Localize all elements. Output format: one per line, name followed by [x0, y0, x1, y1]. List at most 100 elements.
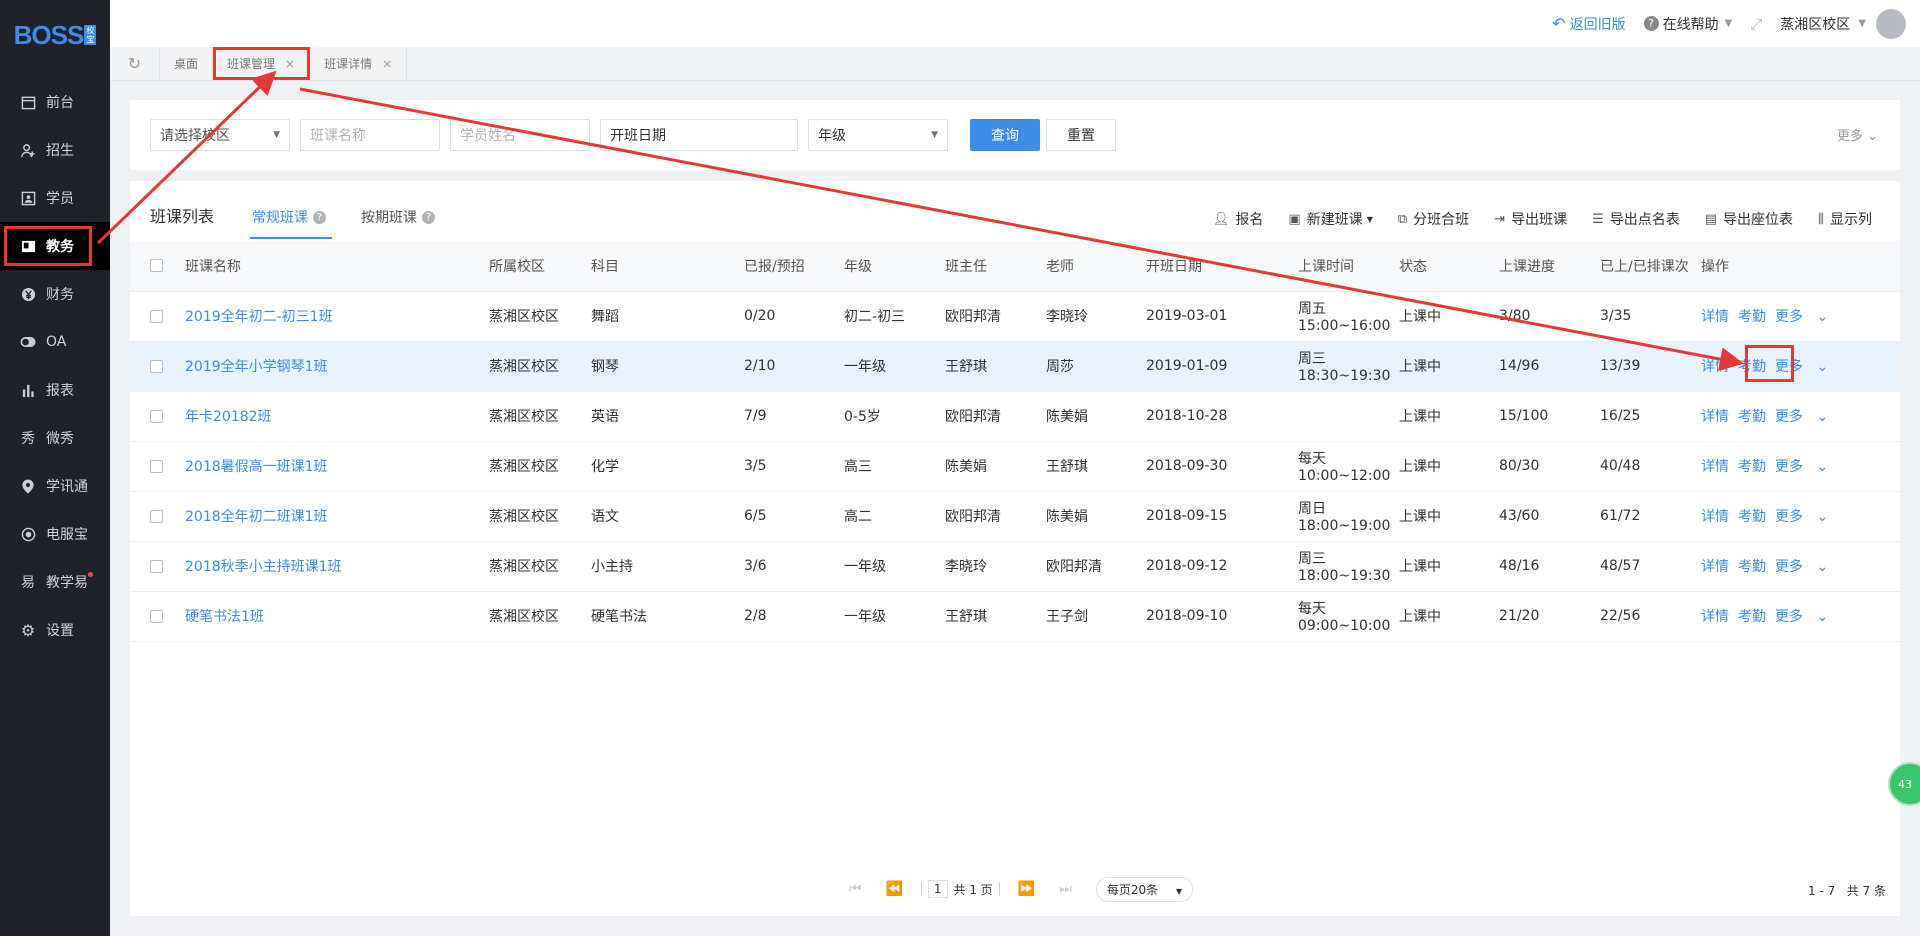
- sidebar-item-settings[interactable]: ⚙ 设置: [0, 606, 110, 654]
- checkbox[interactable]: [150, 609, 163, 623]
- row-checkbox-cell[interactable]: [130, 541, 185, 592]
- sidebar-item-finance[interactable]: 财务: [0, 270, 110, 318]
- checkbox[interactable]: [150, 459, 163, 473]
- sidebar-item-reports[interactable]: 报表: [0, 366, 110, 414]
- show-columns-button[interactable]: ⫼ 显示列: [1818, 209, 1872, 229]
- detail-link[interactable]: 详情: [1701, 459, 1729, 475]
- table-row[interactable]: 硬笔书法1班 蒸湘区校区 硬笔书法 2/8 一年级 王舒琪 王子剑 2018-09-10 每天0…: [130, 591, 1900, 642]
- page-size-select[interactable]: 每页20条 ▼: [1095, 876, 1194, 902]
- sidebar-item-jiaoxueyi[interactable]: 易教学易: [0, 558, 110, 606]
- table-row[interactable]: 2018秋季小主持班课1班 蒸湘区校区 小主持 3/6 一年级 李晓玲 欧阳邦清 2018-0…: [130, 541, 1900, 592]
- enroll-button[interactable]: 👤︎ 报名: [1213, 209, 1264, 229]
- sidebar-item-weixiu[interactable]: 秀微秀: [0, 414, 110, 462]
- more-dropdown[interactable]: 更多 ⌄: [1775, 309, 1837, 325]
- first-page-icon[interactable]: ⏮: [849, 881, 862, 897]
- checkbox[interactable]: [150, 409, 163, 423]
- row-checkbox-cell[interactable]: [130, 341, 185, 392]
- checkbox[interactable]: [150, 309, 163, 323]
- next-page-icon[interactable]: ⏩: [1018, 881, 1035, 897]
- class-name-link[interactable]: 年卡20182班: [185, 391, 489, 442]
- more-dropdown[interactable]: 更多 ⌄: [1775, 609, 1837, 625]
- grade-select[interactable]: 年级 ▼: [808, 119, 948, 151]
- tab-regular-classes[interactable]: 常规班课?: [252, 207, 326, 227]
- more-dropdown[interactable]: 更多 ⌄: [1775, 459, 1837, 475]
- class-name-link[interactable]: 硬笔书法1班: [185, 591, 489, 642]
- more-dropdown[interactable]: 更多 ⌄: [1775, 559, 1837, 575]
- row-checkbox-cell[interactable]: [130, 491, 185, 542]
- tab-period-classes[interactable]: 按期班课?: [361, 207, 435, 227]
- detail-link[interactable]: 详情: [1701, 309, 1729, 325]
- detail-link[interactable]: 详情: [1701, 409, 1729, 425]
- avatar[interactable]: [1876, 8, 1906, 39]
- online-help-dropdown[interactable]: ? 在线帮助 ▼: [1643, 14, 1732, 34]
- student-name-input[interactable]: 学员姓名: [450, 119, 590, 151]
- detail-link[interactable]: 详情: [1701, 609, 1729, 625]
- detail-link[interactable]: 详情: [1701, 509, 1729, 525]
- checkbox[interactable]: [150, 359, 163, 373]
- row-checkbox-cell[interactable]: [130, 391, 185, 442]
- attendance-link[interactable]: 考勤: [1738, 309, 1766, 325]
- fullscreen-button[interactable]: ⤢: [1750, 15, 1762, 33]
- table-cell: 李晓玲: [945, 541, 1046, 592]
- table-row[interactable]: 年卡20182班 蒸湘区校区 英语 7/9 0-5岁 欧阳邦清 陈美娟 2018-10-28 上…: [130, 391, 1900, 442]
- tab-class-management[interactable]: 班课管理 ×: [213, 47, 311, 80]
- class-name-link[interactable]: 2018暑假高一班课1班: [185, 441, 489, 492]
- attendance-link[interactable]: 考勤: [1738, 559, 1766, 575]
- sidebar-item-recruit[interactable]: 招生: [0, 126, 110, 174]
- class-name-link[interactable]: 2019全年初二-初三1班: [185, 291, 489, 342]
- row-checkbox-cell[interactable]: [130, 441, 185, 492]
- new-class-button[interactable]: ▣ 新建班课 ▼: [1288, 209, 1372, 229]
- row-checkbox-cell[interactable]: [130, 591, 185, 642]
- detail-link[interactable]: 详情: [1701, 559, 1729, 575]
- attendance-link[interactable]: 考勤: [1738, 609, 1766, 625]
- sidebar-item-frontdesk[interactable]: 前台: [0, 78, 110, 126]
- table-row[interactable]: 2019全年初二-初三1班 蒸湘区校区 舞蹈 0/20 初二-初三 欧阳邦清 李晓玲 2019…: [130, 291, 1900, 342]
- checkbox[interactable]: [150, 259, 163, 273]
- tab-desktop[interactable]: 桌面: [160, 47, 214, 80]
- more-filters-toggle[interactable]: 更多 ⌄: [1837, 125, 1878, 144]
- export-roll-button[interactable]: ☰ 导出点名表: [1592, 209, 1680, 229]
- start-date-picker[interactable]: 开班日期: [600, 119, 798, 151]
- export-class-button[interactable]: ⇥ 导出班课: [1494, 209, 1567, 229]
- logo[interactable]: BOSS 校宝: [0, 0, 110, 70]
- close-icon[interactable]: ×: [285, 57, 295, 71]
- page-number-input[interactable]: 1: [927, 880, 948, 898]
- class-name-link[interactable]: 2019全年小学钢琴1班: [185, 341, 489, 392]
- sidebar-item-students[interactable]: 学员: [0, 174, 110, 222]
- attendance-link[interactable]: 考勤: [1738, 509, 1766, 525]
- toolbar-label: 导出班课: [1511, 212, 1568, 228]
- detail-link[interactable]: 详情: [1701, 359, 1729, 375]
- table-row[interactable]: 2018全年初二班课1班 蒸湘区校区 语文 6/5 高二 欧阳邦清 陈美娟 2018-09-1…: [130, 491, 1900, 542]
- tab-class-detail[interactable]: 班课详情 ×: [310, 47, 408, 80]
- campus-select[interactable]: 请选择校区 ▼: [150, 119, 290, 151]
- query-button[interactable]: 查询: [970, 119, 1040, 151]
- select-all-checkbox[interactable]: [130, 241, 185, 292]
- class-name-link[interactable]: 2018全年初二班课1班: [185, 491, 489, 542]
- back-to-old-version-link[interactable]: ↶ 返回旧版: [1552, 14, 1625, 34]
- refresh-button[interactable]: ↻: [110, 47, 160, 80]
- checkbox[interactable]: [150, 559, 163, 573]
- sidebar-item-dianfubao[interactable]: 电服宝: [0, 510, 110, 558]
- export-seat-button[interactable]: ▤ 导出座位表: [1705, 209, 1793, 229]
- class-name-link[interactable]: 2018秋季小主持班课1班: [185, 541, 489, 592]
- more-dropdown[interactable]: 更多 ⌄: [1775, 509, 1837, 525]
- sidebar-item-academic[interactable]: 教务: [0, 222, 110, 270]
- last-page-icon[interactable]: ⏭: [1059, 881, 1072, 897]
- row-checkbox-cell[interactable]: [130, 291, 185, 342]
- more-dropdown[interactable]: 更多 ⌄: [1775, 409, 1837, 425]
- table-cell: 王舒琪: [1046, 441, 1146, 492]
- toolbar-label: 报名: [1235, 212, 1264, 228]
- sidebar-item-oa[interactable]: OA: [0, 318, 110, 366]
- sidebar-item-xuexuntong[interactable]: 学讯通: [0, 462, 110, 510]
- close-icon[interactable]: ×: [382, 57, 392, 71]
- campus-dropdown[interactable]: 蒸湘区校区 ▼: [1780, 8, 1906, 39]
- class-name-input[interactable]: 班课名称: [300, 119, 440, 151]
- split-merge-button[interactable]: ⧉ 分班合班: [1398, 209, 1469, 229]
- table-row[interactable]: 2018暑假高一班课1班 蒸湘区校区 化学 3/5 高三 陈美娟 王舒琪 2018-09-30…: [130, 441, 1900, 492]
- attendance-link[interactable]: 考勤: [1738, 459, 1766, 475]
- prev-page-icon[interactable]: ⏪: [885, 881, 902, 897]
- checkbox[interactable]: [150, 509, 163, 523]
- reset-button[interactable]: 重置: [1046, 119, 1116, 151]
- table-row[interactable]: 2019全年小学钢琴1班 蒸湘区校区 钢琴 2/10 一年级 王舒琪 周莎 2019-01-0…: [130, 341, 1900, 392]
- attendance-link[interactable]: 考勤: [1738, 409, 1766, 425]
